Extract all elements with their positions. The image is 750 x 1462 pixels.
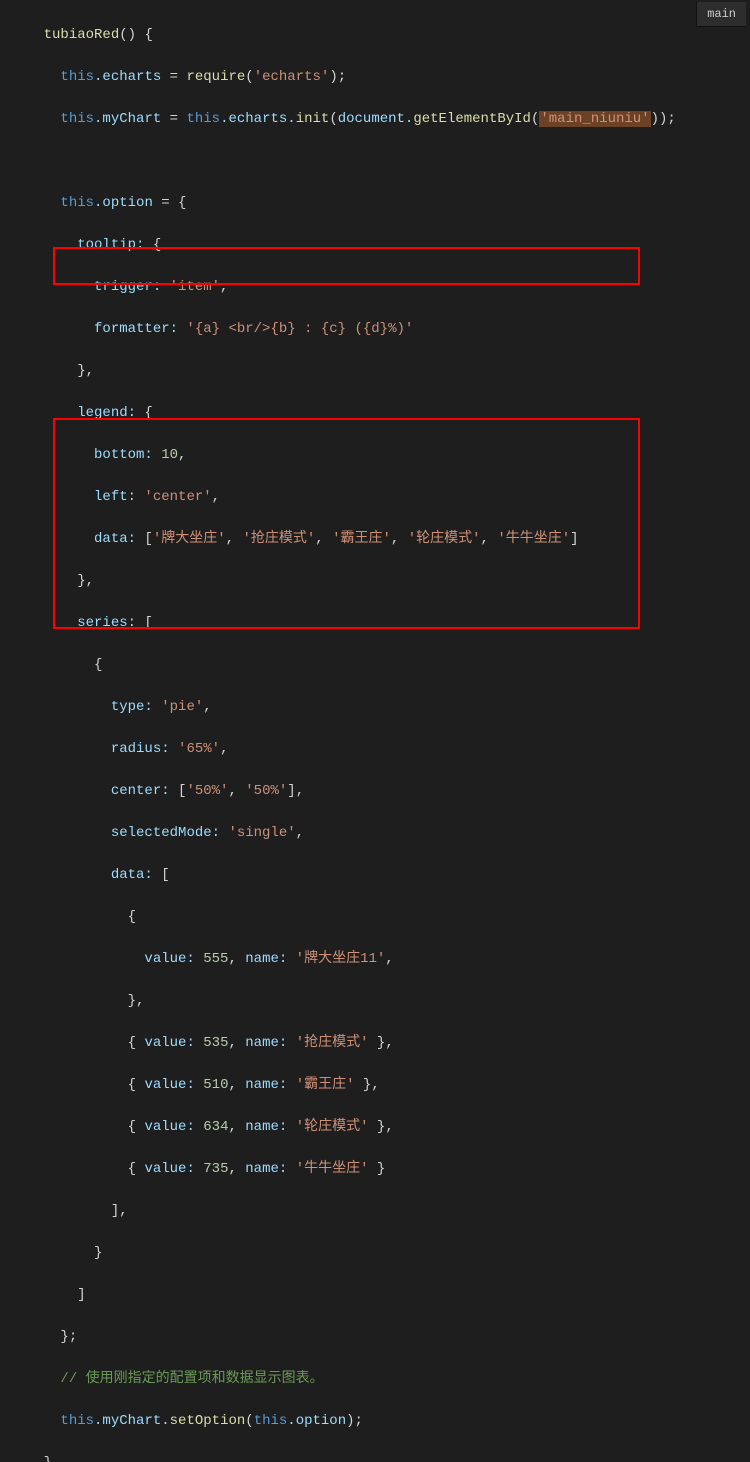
code-line: center: ['50%', '50%'],	[10, 781, 750, 802]
code-editor[interactable]: tubiaoRed() { this.echarts = require('ec…	[0, 0, 750, 1462]
code-line: series: [	[10, 613, 750, 634]
code-line: this.myChart.setOption(this.option);	[10, 1411, 750, 1432]
code-line: legend: {	[10, 403, 750, 424]
code-line: bottom: 10,	[10, 445, 750, 466]
code-line: ]	[10, 1285, 750, 1306]
code-line: // 使用刚指定的配置项和数据显示图表。	[10, 1369, 750, 1390]
code-line: {	[10, 655, 750, 676]
code-line: {	[10, 907, 750, 928]
code-line: }	[10, 1453, 750, 1462]
code-line: type: 'pie',	[10, 697, 750, 718]
code-line: },	[10, 571, 750, 592]
code-line: },	[10, 361, 750, 382]
code-line: ],	[10, 1201, 750, 1222]
code-line: formatter: '{a} <br/>{b} : {c} ({d}%)'	[10, 319, 750, 340]
code-line: trigger: 'item',	[10, 277, 750, 298]
code-line: }	[10, 1243, 750, 1264]
code-line: data: ['牌大坐庄', '抢庄模式', '霸王庄', '轮庄模式', '牛…	[10, 529, 750, 550]
code-line: tooltip: {	[10, 235, 750, 256]
code-line: tubiaoRed() {	[10, 25, 750, 46]
code-line: this.echarts = require('echarts');	[10, 67, 750, 88]
code-line: left: 'center',	[10, 487, 750, 508]
code-line: this.myChart = this.echarts.init(documen…	[10, 109, 750, 130]
code-line: selectedMode: 'single',	[10, 823, 750, 844]
code-line: { value: 535, name: '抢庄模式' },	[10, 1033, 750, 1054]
code-line: radius: '65%',	[10, 739, 750, 760]
code-line: },	[10, 991, 750, 1012]
highlighted-string: 'main_niuniu'	[539, 111, 650, 127]
code-line: value: 555, name: '牌大坐庄11',	[10, 949, 750, 970]
code-line: this.option = {	[10, 193, 750, 214]
code-line: };	[10, 1327, 750, 1348]
code-line: data: [	[10, 865, 750, 886]
code-line	[10, 151, 750, 172]
code-line: { value: 634, name: '轮庄模式' },	[10, 1117, 750, 1138]
code-line: { value: 510, name: '霸王庄' },	[10, 1075, 750, 1096]
code-line: { value: 735, name: '牛牛坐庄' }	[10, 1159, 750, 1180]
